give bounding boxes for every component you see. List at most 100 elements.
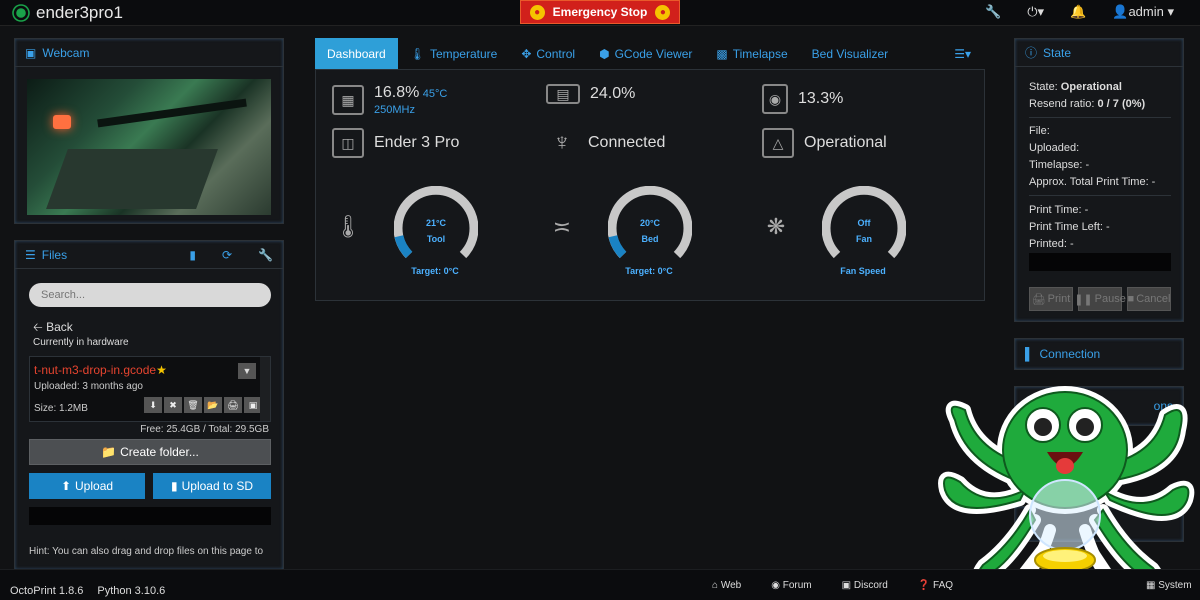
bed-temp: 20°C xyxy=(639,218,661,228)
camera-icon: ▣ xyxy=(25,45,37,60)
gantry xyxy=(97,98,247,128)
tabs-overflow-menu[interactable]: ☰▾ xyxy=(954,38,985,70)
disk-usage: 13.3% xyxy=(798,90,844,107)
user-menu[interactable]: 👤admin ▾ xyxy=(1112,4,1174,20)
tab-label: GCode Viewer xyxy=(614,47,693,61)
bed-gauge-arc xyxy=(608,186,692,259)
tab-timelapse[interactable]: ▩ Timelapse xyxy=(704,38,799,70)
fan-icon: ❋ xyxy=(766,214,786,239)
files-title: Files xyxy=(41,247,68,262)
footer-link-web[interactable]: ⌂ Web xyxy=(712,580,741,591)
footer: OctoPrint 1.8.6 Python 3.10.6 ⌂ Web ◉ Fo… xyxy=(0,569,1200,600)
refresh-icon[interactable]: ⟳ xyxy=(222,248,232,262)
file-list-scrollbar[interactable] xyxy=(260,357,270,421)
upload-button[interactable]: ⬆ Upload xyxy=(29,473,145,499)
print-progress-bar xyxy=(1029,253,1171,271)
cpu-freq: 250MHz xyxy=(374,104,415,116)
list-item[interactable]: t-nut-m3-drop-in.gcode★ Uploaded: 3 mont… xyxy=(29,356,271,422)
main-tabs: Dashboard 🌡 Temperature ✥ Control ⬢ GCode V… xyxy=(315,38,985,70)
brand[interactable]: ender3pro1 xyxy=(12,3,123,23)
footer-link-discord[interactable]: ▣ Discord xyxy=(842,580,888,591)
connection-status: Connected xyxy=(588,134,666,151)
stop-icon: ■ xyxy=(1127,293,1135,305)
upload-label: Upload xyxy=(75,479,114,493)
print-button[interactable]: 🖨 Print xyxy=(1029,287,1073,311)
wrench-icon[interactable]: 🔧 xyxy=(258,248,273,262)
footer-link-faq[interactable]: ❓ FAQ xyxy=(918,580,953,591)
power-menu-icon[interactable]: ⏻▾ xyxy=(1027,4,1044,20)
webcam-stream[interactable] xyxy=(27,79,271,215)
cancel-button[interactable]: ■ Cancel xyxy=(1127,287,1171,311)
disk-stat: ◉ 13.3% xyxy=(762,84,843,114)
cancel-label: Cancel xyxy=(1136,293,1171,305)
warning-icon: ● xyxy=(655,4,671,20)
heated-bed-icon: ≍ xyxy=(552,214,572,239)
print-icon[interactable]: 🖨 xyxy=(224,397,242,413)
webcam-panel: ▣ Webcam xyxy=(14,38,284,224)
file-uploaded: Uploaded: 3 months ago xyxy=(34,381,143,392)
remove-icon[interactable]: ✖ xyxy=(164,397,182,413)
printer-3d-icon: △ xyxy=(762,128,794,158)
footer-system-menu[interactable]: ▦ System xyxy=(1146,580,1192,591)
footer-link-forum[interactable]: ◉ Forum xyxy=(771,580,811,591)
folder-open-icon[interactable]: 📂 xyxy=(204,397,222,413)
file-name[interactable]: t-nut-m3-drop-in.gcode★ xyxy=(34,363,167,377)
octoprint-logo-icon xyxy=(13,5,29,21)
files-header[interactable]: ☰ Files ▮ ⟳ 🔧 xyxy=(15,241,283,269)
printer-status: Operational xyxy=(804,134,887,151)
sd-card-icon[interactable]: ▮ xyxy=(189,248,196,262)
star-icon: ★ xyxy=(156,363,167,377)
fan-gauge-arc xyxy=(822,186,906,259)
upload-icon: ⬆ xyxy=(60,479,72,493)
bell-icon[interactable]: 🔔 xyxy=(1070,4,1086,20)
status-stat: △ Operational xyxy=(762,128,887,158)
file-search-input[interactable] xyxy=(29,283,271,307)
state-header[interactable]: ⓘ State xyxy=(1015,39,1183,67)
print-time-line: Print Time: - xyxy=(1029,204,1089,216)
tab-bed-visualizer[interactable]: Bed Visualizer xyxy=(800,38,901,70)
fan-target: Fan Speed xyxy=(840,266,886,276)
tab-gcode-viewer[interactable]: ⬢ GCode Viewer xyxy=(587,38,704,70)
pause-button[interactable]: ❚❚ Pause xyxy=(1074,287,1126,311)
drag-drop-hint: Hint: You can also drag and drop files o… xyxy=(29,546,264,557)
connection-header[interactable]: ▌ Connection xyxy=(1015,339,1183,369)
tab-label: Dashboard xyxy=(327,47,386,61)
wrench-icon[interactable]: 🔧 xyxy=(985,4,1001,20)
upload-sd-button[interactable]: ▮ Upload to SD xyxy=(153,473,271,499)
file-dropdown-button[interactable]: ▼ xyxy=(238,363,256,379)
trash-icon[interactable]: 🗑 xyxy=(184,397,202,413)
back-label: Back xyxy=(46,320,73,334)
download-icon[interactable]: ⬇ xyxy=(144,397,162,413)
state-title: State xyxy=(1043,45,1072,60)
discord-icon: ▣ xyxy=(841,580,852,591)
divider xyxy=(1029,117,1171,118)
state-value: Operational xyxy=(1060,81,1122,93)
film-icon: ▩ xyxy=(716,47,728,61)
list-icon: ☰ xyxy=(25,247,36,262)
webcam-title: Webcam xyxy=(42,45,90,60)
create-folder-button[interactable]: 📁 Create folder... xyxy=(29,439,271,465)
cube-icon: ⬢ xyxy=(599,47,610,61)
arrows-icon: ✥ xyxy=(521,47,532,61)
state-panel: ⓘ State State: Operational Resend ratio:… xyxy=(1014,38,1184,322)
cpu-usage: 16.8% xyxy=(374,84,420,101)
system-icon: ▦ xyxy=(1146,580,1156,591)
tab-label: Control xyxy=(536,47,576,61)
tab-temperature[interactable]: 🌡 Temperature xyxy=(398,38,510,70)
back-link[interactable]: 🡠 Back xyxy=(33,318,73,339)
current-folder: Currently in hardware xyxy=(33,337,129,348)
print-label: Print xyxy=(1047,293,1071,305)
tool-gauge-arc xyxy=(394,186,478,259)
tab-label: Bed Visualizer xyxy=(811,47,889,61)
tab-dashboard[interactable]: Dashboard xyxy=(315,38,398,70)
cpu-icon: ▦ xyxy=(332,85,364,115)
tab-control[interactable]: ✥ Control xyxy=(509,38,587,70)
arrow-left-icon: 🡠 xyxy=(33,320,43,334)
webcam-header[interactable]: ▣ Webcam xyxy=(15,39,283,67)
tool-gauge: 21°C Tool xyxy=(394,186,478,270)
print-icon: 🖨 xyxy=(1031,293,1046,306)
tab-label: Timelapse xyxy=(732,47,788,61)
emergency-stop-button[interactable]: ● Emergency Stop ● xyxy=(520,0,680,24)
approx-time-line: Approx. Total Print Time: - xyxy=(1029,176,1156,188)
menu-icon: ☰▾ xyxy=(954,47,971,61)
